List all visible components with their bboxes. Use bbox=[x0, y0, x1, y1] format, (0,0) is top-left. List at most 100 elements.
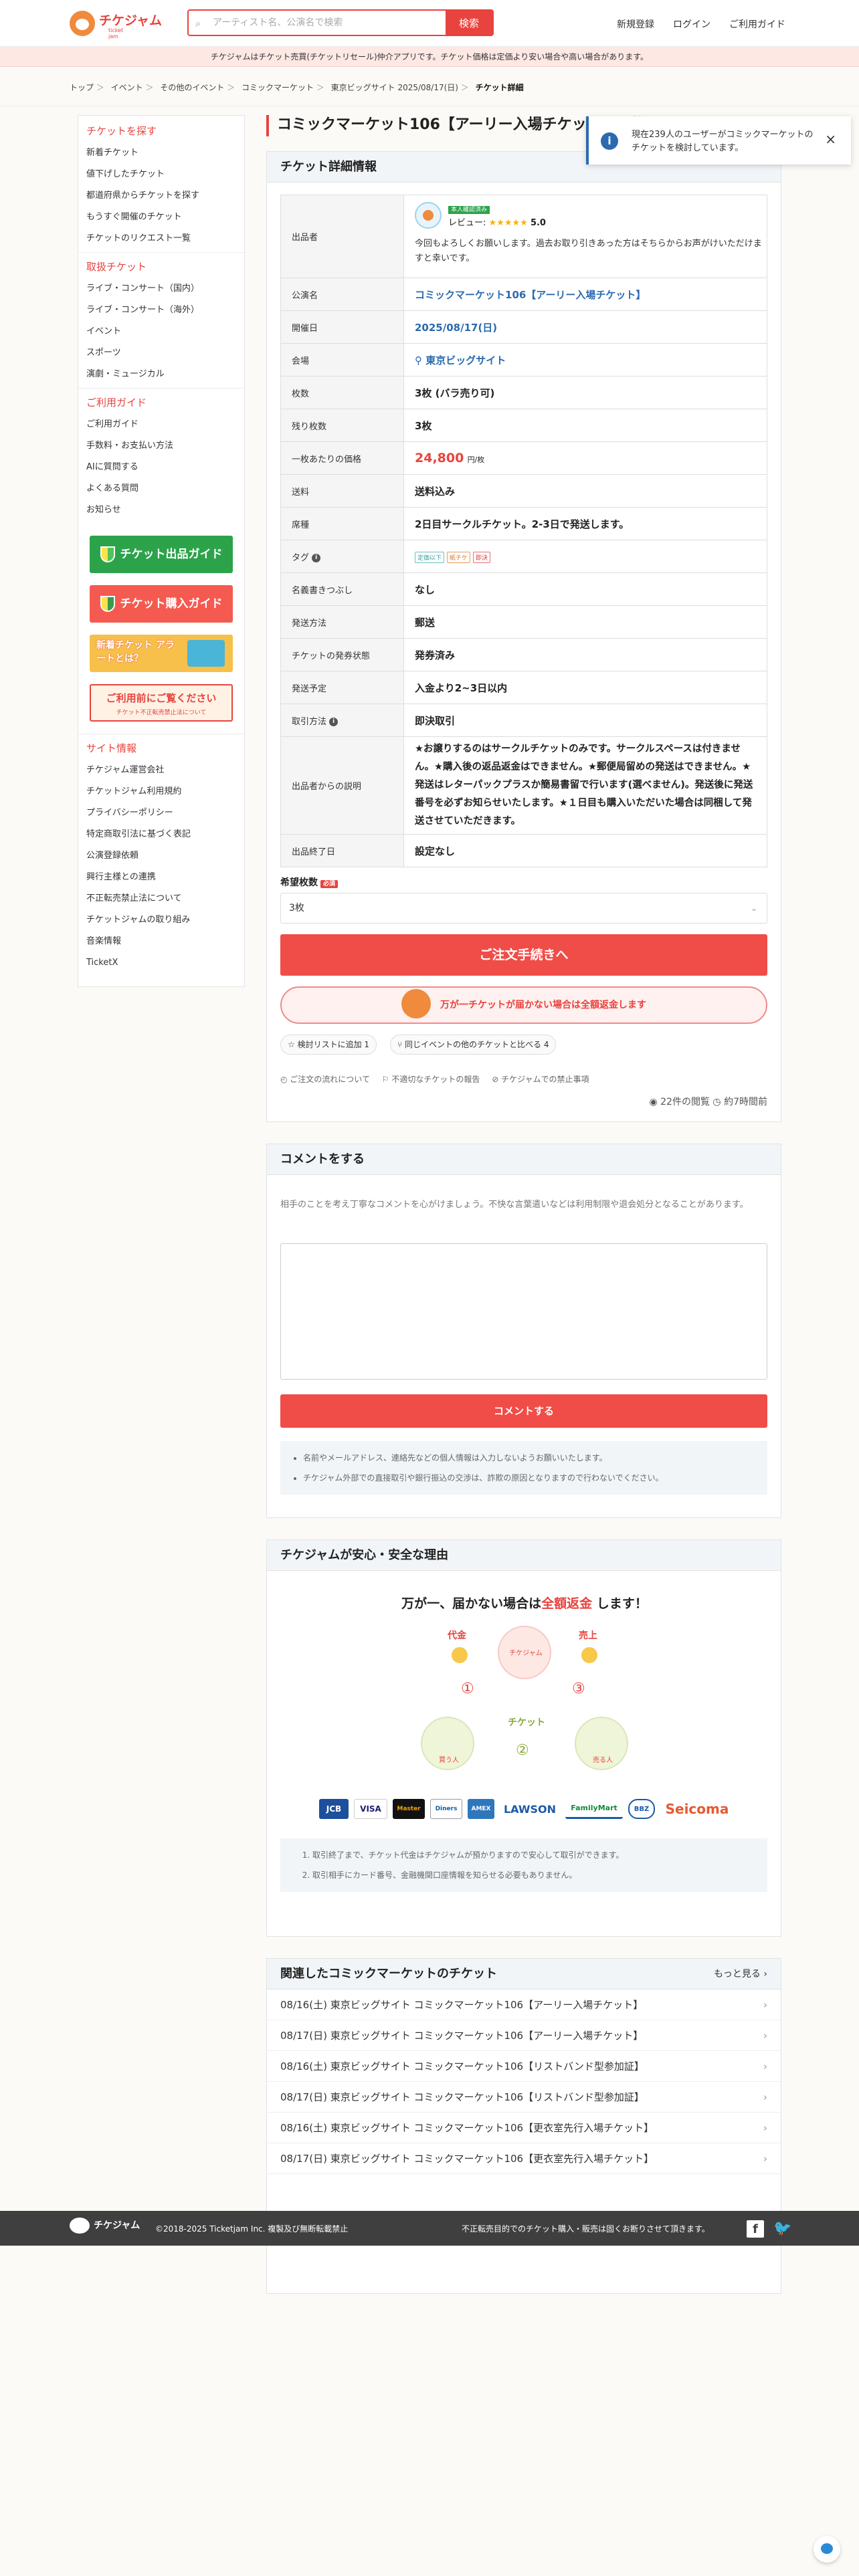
notice-bar: チケジャムはチケット売買(チケットリセール)仲介アプリです。チケット価格は定価よ… bbox=[0, 47, 859, 67]
related-ticket-item[interactable]: 08/17(日) 東京ビッグサイト コミックマーケット106【リストバンド型参加… bbox=[267, 2082, 781, 2113]
sidebar-item[interactable]: ご利用ガイド bbox=[86, 414, 236, 435]
buy-guide-banner[interactable]: チケット購入ガイド bbox=[90, 585, 233, 623]
sidebar-item[interactable]: 都道府県からチケットを探す bbox=[86, 185, 236, 207]
related-ticket-item[interactable]: 08/17(日) 東京ビッグサイト コミックマーケット106【更衣室先行入場チケ… bbox=[267, 2143, 781, 2174]
help-link-text[interactable]: チケジャムでの禁止事項 bbox=[501, 1075, 589, 1084]
chat-support-icon[interactable] bbox=[814, 2536, 840, 2563]
related-ticket-item[interactable]: 08/16(土) 東京ビッグサイト コミックマーケット106【更衣室先行入場チケ… bbox=[267, 2113, 781, 2143]
seller-review[interactable]: レビュー: ★★★★★ 5.0 bbox=[448, 215, 546, 228]
flow-label: チケット bbox=[508, 1717, 545, 1728]
quantity-select[interactable]: 3枚 ⌄ bbox=[280, 893, 767, 924]
sidebar-item[interactable]: チケットのリクエスト一覧 bbox=[86, 228, 236, 249]
row-value: 入金より2~3日以内 bbox=[403, 671, 767, 704]
info-icon[interactable]: i bbox=[329, 717, 339, 726]
row-label: 送料 bbox=[280, 474, 404, 508]
ticketjam-node: チケジャム bbox=[498, 1626, 551, 1679]
sidebar-item[interactable]: チケットジャム利用規約 bbox=[86, 781, 236, 802]
tag-badge[interactable]: 定価以下 bbox=[415, 551, 445, 563]
comment-textarea[interactable] bbox=[280, 1243, 767, 1380]
caution-banner[interactable]: ご利用前にご覧ください チケット不正転売禁止法について bbox=[90, 684, 233, 722]
sidebar-item[interactable]: お知らせ bbox=[86, 500, 236, 521]
help-link-text[interactable]: ご注文の流れについて bbox=[290, 1075, 370, 1084]
sidebar-item[interactable]: 新着チケット bbox=[86, 142, 236, 164]
sidebar-item[interactable]: プライバシーポリシー bbox=[86, 802, 236, 824]
order-button[interactable]: ご注文手続きへ bbox=[280, 934, 767, 976]
row-label: 一枚あたりの価格 bbox=[280, 441, 404, 475]
escrow-diagram: チケジャム 買う人 売る人 代金 売上 チケット ① ③ ② bbox=[421, 1623, 628, 1777]
refund-guarantee-banner[interactable]: 万が一チケットが届かない場合は全額返金します bbox=[280, 986, 767, 1024]
info-icon[interactable]: i bbox=[312, 553, 321, 562]
login-link[interactable]: ログイン bbox=[673, 17, 710, 31]
arrow-icon: ② bbox=[516, 1742, 529, 1759]
eye-icon: ◉ bbox=[649, 1097, 658, 1107]
sidebar-item[interactable]: 公演登録依頼 bbox=[86, 845, 236, 867]
coin-icon bbox=[581, 1647, 597, 1663]
compare-icon: ⑂ bbox=[397, 1040, 403, 1049]
logo-subtext: ticket jam bbox=[108, 27, 124, 39]
related-ticket-item[interactable]: 08/16(土) 東京ビッグサイト コミックマーケット106【リストバンド型参加… bbox=[267, 2051, 781, 2082]
sidebar-item[interactable]: チケットジャムの取り組み bbox=[86, 909, 236, 931]
related-ticket-text: 08/17(日) 東京ビッグサイト コミックマーケット106【アーリー入場チケッ… bbox=[280, 2030, 644, 2042]
related-ticket-item[interactable]: 08/16(土) 東京ビッグサイト コミックマーケット106【アーリー入場チケッ… bbox=[267, 1990, 781, 2020]
row-label: 発送方法 bbox=[280, 605, 404, 639]
see-more-link[interactable]: もっと見る › bbox=[714, 1959, 767, 1990]
sidebar-item[interactable]: もうすぐ開催のチケット bbox=[86, 207, 236, 228]
sidebar-item[interactable]: AIに質問する bbox=[86, 457, 236, 478]
tag-badge[interactable]: 紙チケ bbox=[447, 551, 471, 563]
facebook-icon[interactable]: f bbox=[747, 2220, 764, 2238]
sidebar-item[interactable]: 特定商取引法に基づく表記 bbox=[86, 824, 236, 845]
help-link[interactable]: ◴ ご注文の流れについて bbox=[280, 1075, 370, 1084]
compare-other-tickets-button[interactable]: ⑂ 同じイベントの他のチケットと比べる 4 bbox=[390, 1035, 557, 1055]
sidebar-item[interactable]: スポーツ bbox=[86, 342, 236, 364]
tag-badge[interactable]: 即決 bbox=[473, 551, 491, 563]
guide-link[interactable]: ご利用ガイド bbox=[729, 17, 785, 31]
quantity-label-text: 希望枚数 bbox=[280, 877, 318, 888]
sidebar-item[interactable]: 不正転売禁止法について bbox=[86, 888, 236, 909]
sell-guide-banner[interactable]: チケット出品ガイド bbox=[90, 536, 233, 573]
sidebar-item[interactable]: 音楽情報 bbox=[86, 931, 236, 952]
breadcrumb-item[interactable]: その他のイベント bbox=[160, 83, 224, 92]
sidebar-item[interactable]: 手数料・お支払い方法 bbox=[86, 435, 236, 457]
sidebar-item[interactable]: 値下げしたチケット bbox=[86, 164, 236, 185]
breadcrumb-item[interactable]: トップ bbox=[70, 83, 94, 92]
site-logo[interactable]: チケジャム ticket jam bbox=[70, 9, 162, 39]
help-link-text[interactable]: 不適切なチケットの報告 bbox=[391, 1075, 480, 1084]
sidebar-item[interactable]: よくある質問 bbox=[86, 478, 236, 500]
seller-avatar[interactable] bbox=[415, 202, 442, 229]
viewer-toast: i 現在239人のユーザーがコミックマーケットのチケットを検討しています。 × bbox=[586, 116, 851, 165]
logo-text: チケジャム bbox=[99, 13, 163, 28]
event-date-link[interactable]: 2025/08/17(日) bbox=[415, 322, 497, 334]
related-ticket-item[interactable]: 08/17(日) 東京ビッグサイト コミックマーケット106【アーリー入場チケッ… bbox=[267, 2020, 781, 2051]
row-label: 枚数 bbox=[280, 376, 404, 409]
search-input[interactable] bbox=[213, 15, 427, 31]
prohibited-link[interactable]: ⊘ チケジャムでの禁止事項 bbox=[492, 1075, 589, 1084]
event-name-link[interactable]: コミックマーケット106【アーリー入場チケット】 bbox=[415, 289, 646, 301]
row-value: 送料込み bbox=[403, 474, 767, 508]
breadcrumb-item[interactable]: イベント bbox=[111, 83, 143, 92]
headline-part: します！ bbox=[596, 1596, 648, 1611]
sidebar-item[interactable]: イベント bbox=[86, 321, 236, 342]
sidebar-item[interactable]: 興行主様との連携 bbox=[86, 867, 236, 888]
star-icon: ☆ bbox=[288, 1040, 295, 1049]
close-icon[interactable]: × bbox=[825, 131, 836, 147]
comment-submit-button[interactable]: コメントする bbox=[280, 1394, 767, 1428]
footer-logo[interactable]: チケジャム bbox=[70, 2218, 140, 2234]
venue-link[interactable]: 東京ビッグサイト bbox=[425, 354, 506, 366]
mascot-icon bbox=[401, 989, 431, 1018]
twitter-icon[interactable]: 🐦 bbox=[773, 2220, 791, 2237]
report-link[interactable]: ⚐ 不適切なチケットの報告 bbox=[382, 1075, 480, 1084]
signup-link[interactable]: 新規登録 bbox=[617, 17, 654, 31]
sidebar-item[interactable]: チケジャム運営会社 bbox=[86, 760, 236, 781]
flow-label: 代金 bbox=[448, 1630, 466, 1641]
sidebar-item[interactable]: 演劇・ミュージカル bbox=[86, 364, 236, 385]
chevron-right-icon: › bbox=[763, 2153, 767, 2165]
search-button[interactable]: 検索 bbox=[446, 11, 492, 35]
breadcrumb-item[interactable]: 東京ビッグサイト 2025/08/17(日) bbox=[331, 83, 458, 92]
add-to-compare-button[interactable]: ☆ 検討リストに追加 1 bbox=[280, 1035, 377, 1055]
sidebar-item[interactable]: TicketX bbox=[86, 952, 236, 974]
sidebar-item[interactable]: ライブ・コンサート（海外） bbox=[86, 300, 236, 321]
breadcrumb-item[interactable]: コミックマーケット bbox=[242, 83, 314, 92]
sidebar-item[interactable]: ライブ・コンサート（国内） bbox=[86, 278, 236, 300]
ticket-alert-banner[interactable]: 新着チケット アラートとは？ bbox=[90, 635, 233, 672]
comment-notes: 名前やメールアドレス、連絡先などの個人情報は入力しないようお願いいたします。 チ… bbox=[280, 1441, 767, 1495]
